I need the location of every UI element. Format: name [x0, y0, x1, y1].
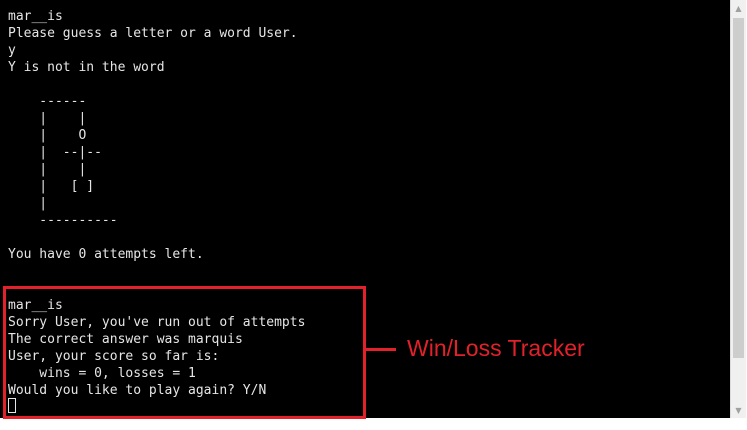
terminal-line: Please guess a letter or a word User.: [8, 26, 298, 41]
scroll-down-button[interactable]: ▼: [731, 402, 746, 418]
hangman-drawing-line: | [ ]: [8, 179, 95, 194]
scroll-thumb[interactable]: [733, 18, 744, 358]
terminal-line: Y is not in the word: [8, 60, 165, 75]
annotation-label: Win/Loss Tracker: [407, 335, 585, 361]
win-loss-highlight-box: [3, 286, 366, 419]
scroll-up-button[interactable]: ▲: [731, 0, 746, 16]
attempts-left-text: You have 0 attempts left.: [8, 247, 204, 262]
triangle-down-icon: ▼: [735, 405, 742, 415]
hangman-drawing-line: ------: [8, 94, 87, 109]
terminal-line: y: [8, 43, 16, 58]
triangle-up-icon: ▲: [735, 3, 742, 13]
hangman-drawing-line: | --|--: [8, 145, 102, 160]
hangman-drawing-line: | O: [8, 128, 87, 143]
hangman-drawing-line: ----------: [8, 213, 118, 228]
vertical-scrollbar[interactable]: ▲ ▼: [730, 0, 746, 418]
terminal-line: mar__is: [8, 9, 63, 24]
annotation-connector-line: [366, 348, 396, 351]
hangman-drawing-line: | |: [8, 162, 87, 177]
hangman-drawing-line: | |: [8, 111, 87, 126]
hangman-drawing-line: |: [8, 196, 48, 211]
